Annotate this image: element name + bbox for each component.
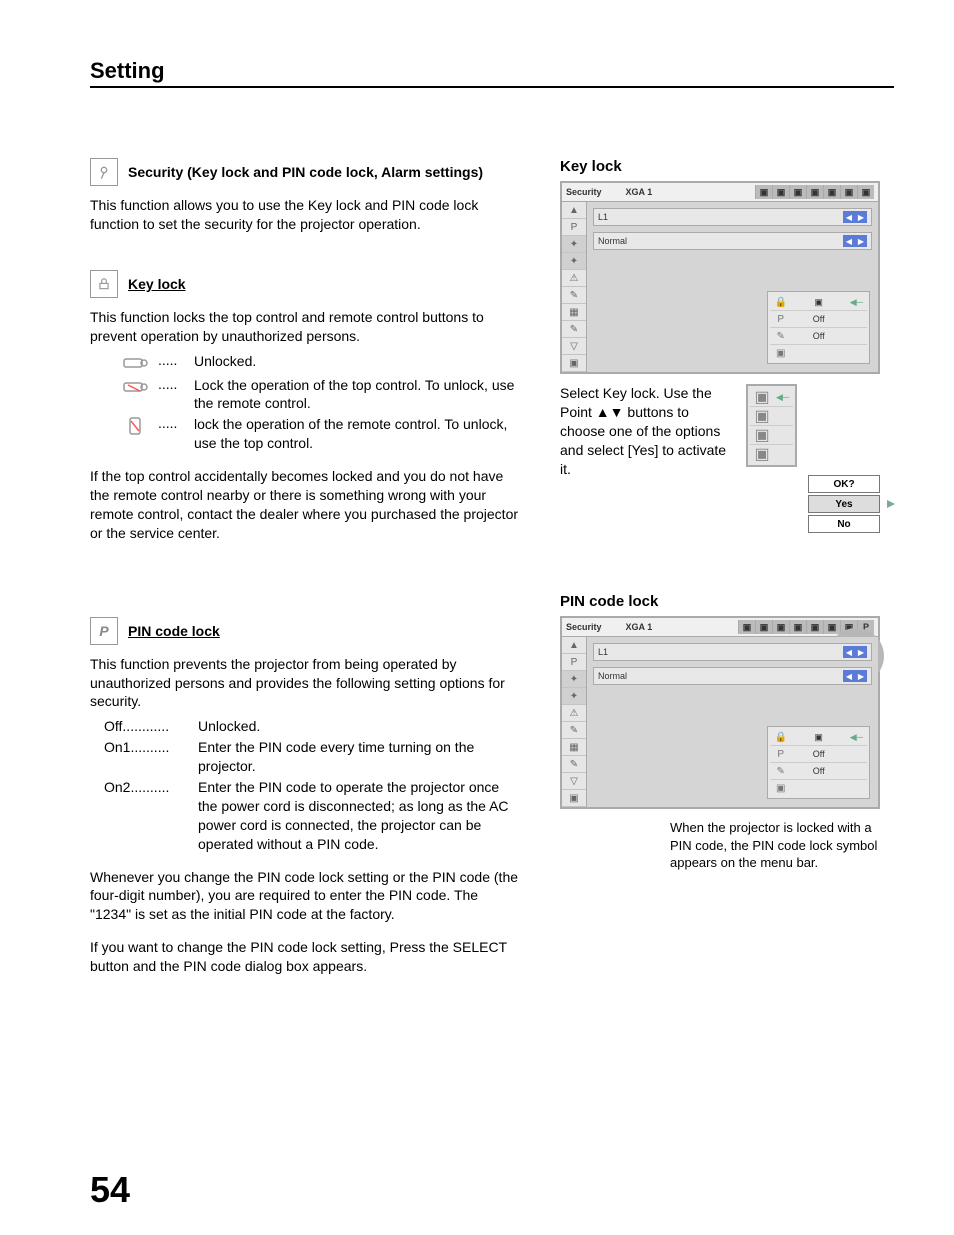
projector-unlocked-icon — [120, 352, 150, 374]
security-icon — [90, 158, 118, 186]
pinlock-p2: If you want to change the PIN code lock … — [90, 938, 520, 976]
keylock-opt-top: Lock the operation of the top control. T… — [194, 376, 520, 414]
pinlock-desc: This function prevents the projector fro… — [90, 655, 520, 712]
page-title: Setting — [90, 58, 894, 88]
remote-lock-icon — [120, 415, 150, 437]
dots: ..... — [158, 376, 186, 392]
confirm-no: No — [808, 515, 880, 533]
keylock-opt-unlocked: Unlocked. — [194, 352, 520, 371]
confirm-yes: Yes — [808, 495, 880, 513]
confirm-block: OK? Yes No — [808, 475, 880, 533]
pin-opt-off-label: Off............ — [104, 717, 194, 736]
pin-opt-on2-desc: Enter the PIN code to operate the projec… — [198, 778, 520, 854]
menu-row-normal: Normal ◀▶ — [593, 232, 872, 250]
menu-label: Security — [566, 622, 602, 632]
keylock-desc: This function locks the top control and … — [90, 308, 520, 346]
menu-label: Security — [566, 187, 602, 197]
menu-topbar-icons: ▣▣▣▣▣▣▣ — [755, 185, 874, 199]
pin-opt-on1-desc: Enter the PIN code every time turning on… — [198, 738, 520, 776]
confirm-ok: OK? — [808, 475, 880, 493]
keylock-heading: Key lock — [128, 276, 186, 292]
menu-side-icons: ▲P✦✦⚠✎▦✎▽▣ — [562, 637, 587, 807]
dots: ..... — [158, 352, 186, 368]
keylock-options-popup: ▣◀─ ▣ ▣ ▣ — [746, 384, 797, 467]
pinlock-caption: When the projector is locked with a PIN … — [670, 819, 880, 872]
menu-source: XGA 1 — [626, 622, 653, 632]
pin-opt-on1-label: On1.......... — [104, 738, 194, 757]
dots: ..... — [158, 415, 186, 431]
pin-opt-on2-label: On2.......... — [104, 778, 194, 797]
security-heading: Security (Key lock and PIN code lock, Al… — [128, 164, 483, 180]
menu-sub-panel: 🔒▣◀─ POff ✎Off ▣ — [767, 726, 870, 799]
keylock-note: Select Key lock. Use the Point ▲▼ button… — [560, 384, 728, 478]
keylock-menu-mock: Security XGA 1 ▣▣▣▣▣▣▣ ▲P✦✦⚠✎▦✎▽▣ L1 ◀▶ — [560, 181, 880, 374]
right-pinlock-title: PIN code lock — [560, 593, 880, 610]
menu-row-l1: L1 ◀▶ — [593, 643, 872, 661]
pin-opt-off-desc: Unlocked. — [198, 717, 520, 736]
security-desc: This function allows you to use the Key … — [90, 196, 520, 234]
keylock-opt-remote: lock the operation of the remote control… — [194, 415, 520, 453]
right-keylock-title: Key lock — [560, 158, 880, 175]
keylock-warning: If the top control accidentally becomes … — [90, 467, 520, 543]
top-control-lock-icon — [120, 376, 150, 398]
keylock-icon — [90, 270, 118, 298]
menu-row-l1: L1 ◀▶ — [593, 208, 872, 226]
menu-row-normal: Normal ◀▶ — [593, 667, 872, 685]
menu-source: XGA 1 — [626, 187, 653, 197]
page-number: 54 — [90, 1169, 130, 1211]
pinlock-p1: Whenever you change the PIN code lock se… — [90, 868, 520, 925]
pinlock-icon: P — [90, 617, 118, 645]
pinlock-menu-mock: P▸ Security XGA 1 ▣▣▣▣▣▣▣P ▲P✦✦⚠✎▦✎▽▣ — [560, 616, 880, 809]
menu-side-icons: ▲P✦✦⚠✎▦✎▽▣ — [562, 202, 587, 372]
menu-sub-panel: 🔒▣◀─ POff ✎Off ▣ — [767, 291, 870, 364]
pinlock-heading: PIN code lock — [128, 623, 220, 639]
